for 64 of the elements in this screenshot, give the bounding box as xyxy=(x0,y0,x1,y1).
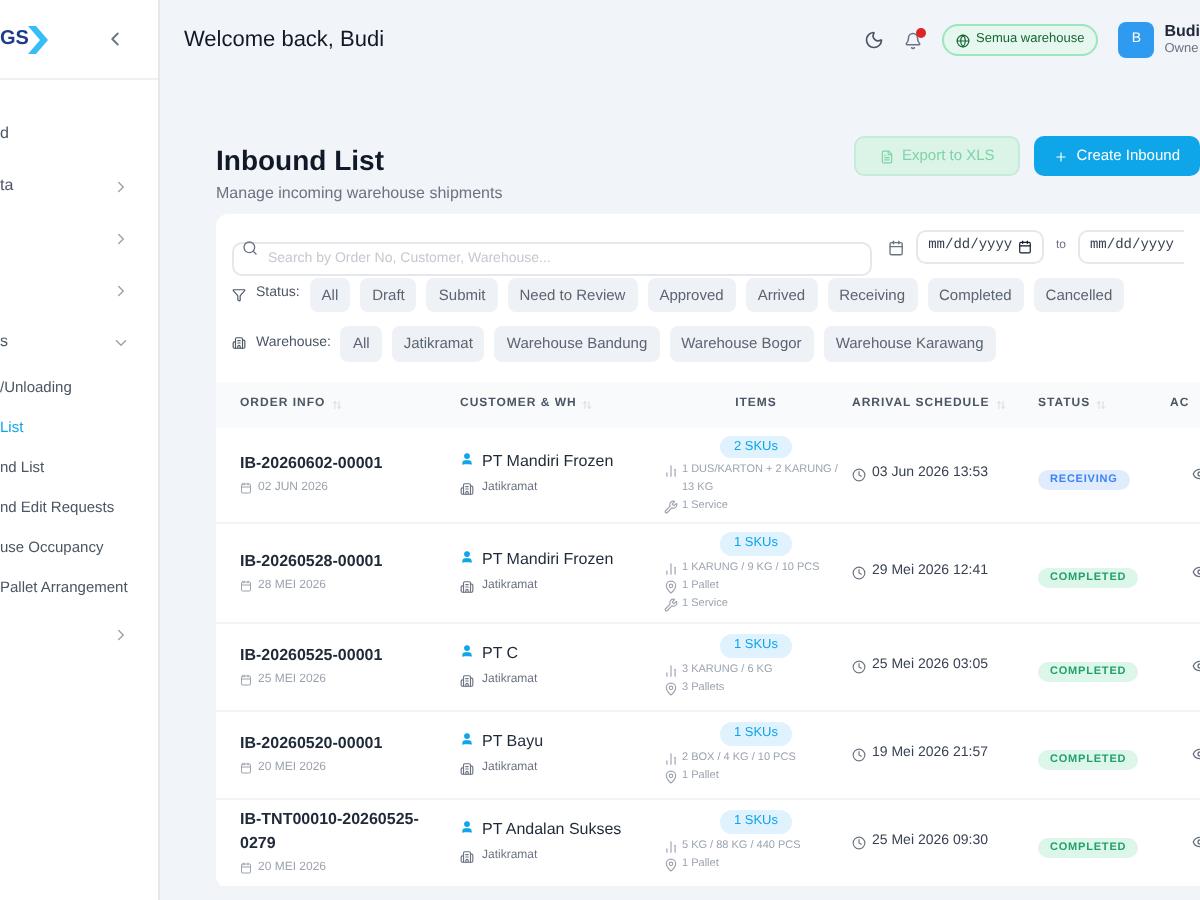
pin-icon xyxy=(664,580,678,594)
building-icon xyxy=(232,336,246,351)
calendar-icon xyxy=(240,674,252,686)
file-icon xyxy=(880,149,894,163)
user-name: Budi xyxy=(1164,24,1200,42)
sidebar-item[interactable]: d xyxy=(0,122,9,146)
clock-icon xyxy=(852,835,866,849)
customer-name: PT Mandiri Frozen xyxy=(482,450,616,475)
building-icon xyxy=(460,674,474,688)
building-icon xyxy=(460,482,474,497)
order-number[interactable]: IB-20260520-00001 xyxy=(240,731,444,755)
pin-icon xyxy=(664,682,678,697)
sidebar-item[interactable]: s xyxy=(0,330,8,354)
logo-text: GS xyxy=(0,26,29,54)
clock-icon xyxy=(852,467,866,482)
customer-name: PT C xyxy=(482,642,521,666)
bar-chart-icon xyxy=(664,752,678,767)
bar-chart-icon xyxy=(664,464,678,479)
customer-name: PT Andalan Sukses xyxy=(482,818,622,842)
page-subtitle: Manage incoming warehouse shipments xyxy=(216,182,503,206)
moon-icon[interactable] xyxy=(864,30,885,50)
pin-icon xyxy=(664,858,678,873)
calendar-icon xyxy=(240,580,252,593)
order-number[interactable]: IB-20260602-00001 xyxy=(240,451,444,476)
bar-chart-icon xyxy=(664,840,678,855)
building-icon xyxy=(460,850,474,864)
user-icon xyxy=(460,732,474,746)
calendar-icon xyxy=(1017,240,1032,254)
calendar-icon xyxy=(240,762,252,774)
chevron-right-icon[interactable] xyxy=(112,625,130,643)
page-title: Inbound List xyxy=(216,142,386,180)
bar-chart-icon xyxy=(664,561,678,576)
search-icon xyxy=(242,239,258,255)
filter-icon xyxy=(232,288,246,303)
user-icon xyxy=(460,550,474,565)
chevron-right-icon[interactable] xyxy=(112,177,130,195)
order-number[interactable]: IB-20260525-00001 xyxy=(240,643,444,667)
pin-icon xyxy=(664,770,678,785)
globe-icon xyxy=(956,33,971,47)
logo-icon xyxy=(28,25,49,53)
calendar-icon[interactable] xyxy=(888,237,905,257)
customer-name: PT Mandiri Frozen xyxy=(482,548,616,573)
plus-icon xyxy=(1054,149,1069,163)
sidebar-item[interactable]: ta xyxy=(0,174,14,198)
wrench-icon xyxy=(664,499,678,514)
chevron-right-icon[interactable] xyxy=(112,229,130,247)
clock-icon xyxy=(852,659,866,673)
welcome-text: Welcome back, Budi xyxy=(184,25,385,56)
user-icon xyxy=(460,820,474,834)
user-icon xyxy=(460,452,474,467)
clock-icon xyxy=(852,565,866,580)
chevron-right-icon[interactable] xyxy=(112,281,130,299)
customer-name: PT Bayu xyxy=(482,730,546,754)
calendar-icon xyxy=(240,862,252,874)
bell-icon[interactable] xyxy=(904,31,923,49)
bar-chart-icon xyxy=(664,664,678,679)
clock-icon xyxy=(852,747,866,761)
order-number[interactable]: IB-20260528-00001 xyxy=(240,549,444,574)
building-icon xyxy=(460,580,474,595)
wrench-icon xyxy=(664,598,678,613)
calendar-icon xyxy=(240,482,252,495)
order-number[interactable]: IB-TNT00010-20260525-0279 xyxy=(240,807,444,855)
building-icon xyxy=(460,762,474,776)
user-icon xyxy=(460,644,474,658)
